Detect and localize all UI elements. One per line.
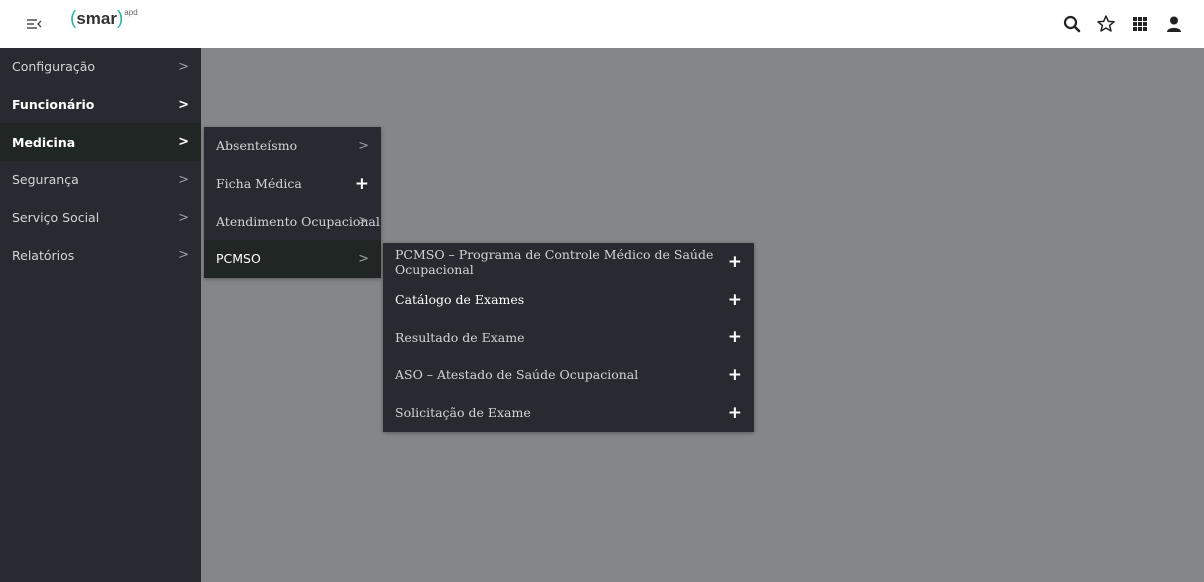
- menu-item-atendimento-ocupacional[interactable]: Atendimento Ocupacional >: [204, 202, 381, 240]
- plus-icon[interactable]: +: [728, 290, 742, 310]
- chevron-right-icon: >: [178, 59, 189, 75]
- sidebar-item-servico-social[interactable]: Serviço Social >: [0, 199, 201, 237]
- sidebar-item-label: Relatórios: [12, 247, 75, 263]
- sidebar-item-seguranca[interactable]: Segurança >: [0, 161, 201, 199]
- medicina-submenu: Absenteísmo > Ficha Médica + Atendimento…: [204, 127, 381, 278]
- menu-item-pcmso[interactable]: PCMSO >: [204, 240, 381, 278]
- menu-item-catalogo-exames[interactable]: Catálogo de Exames +: [383, 281, 754, 319]
- sidebar-item-label: Serviço Social: [12, 210, 100, 226]
- apps-grid-icon[interactable]: [1130, 14, 1150, 34]
- sidebar-item-funcionario[interactable]: Funcionário >: [0, 86, 201, 124]
- menu-item-resultado-exame[interactable]: Resultado de Exame +: [383, 318, 754, 356]
- menu-item-absenteismo[interactable]: Absenteísmo >: [204, 127, 381, 165]
- menu-item-solicitacao-exame[interactable]: Solicitação de Exame +: [383, 394, 754, 432]
- sidebar-item-configuracao[interactable]: Configuração >: [0, 48, 201, 86]
- menu-item-label: Solicitação de Exame: [395, 405, 531, 421]
- plus-icon[interactable]: +: [355, 174, 369, 194]
- chevron-right-icon: >: [358, 138, 369, 154]
- chevron-right-icon: >: [178, 247, 189, 263]
- sidebar: Configuração > Funcionário > Medicina > …: [0, 48, 201, 582]
- menu-item-aso[interactable]: ASO – Atestado de Saúde Ocupacional +: [383, 356, 754, 394]
- chevron-right-icon: >: [178, 97, 189, 113]
- menu-collapse-icon[interactable]: [24, 14, 44, 34]
- top-bar: (smar)apd: [0, 0, 1204, 48]
- sidebar-item-label: Configuração: [12, 59, 96, 75]
- menu-item-label: Catálogo de Exames: [395, 292, 525, 308]
- user-icon[interactable]: [1164, 14, 1184, 34]
- menu-item-label: Absenteísmo: [216, 138, 298, 154]
- menu-item-label: ASO – Atestado de Saúde Ocupacional: [395, 367, 639, 383]
- menu-item-pcmso-programa[interactable]: PCMSO – Programa de Controle Médico de S…: [383, 243, 754, 281]
- plus-icon[interactable]: +: [728, 365, 742, 385]
- sidebar-item-relatorios[interactable]: Relatórios >: [0, 236, 201, 274]
- pcmso-submenu: PCMSO – Programa de Controle Médico de S…: [383, 243, 754, 432]
- menu-item-label: PCMSO: [216, 251, 261, 267]
- search-icon[interactable]: [1062, 14, 1082, 34]
- menu-item-label: Resultado de Exame: [395, 329, 525, 345]
- brand-logo[interactable]: (smar)apd: [70, 8, 138, 30]
- chevron-right-icon: >: [178, 172, 189, 188]
- chevron-right-icon: >: [178, 134, 189, 150]
- chevron-right-icon: >: [178, 210, 189, 226]
- logo-paren-close: ): [116, 8, 124, 29]
- logo-superscript: apd: [124, 8, 138, 18]
- plus-icon[interactable]: +: [728, 403, 742, 423]
- plus-icon[interactable]: +: [728, 327, 742, 347]
- sidebar-item-label: Funcionário: [12, 97, 95, 113]
- menu-item-label: PCMSO – Programa de Controle Médico de S…: [395, 246, 714, 277]
- sidebar-item-label: Segurança: [12, 172, 79, 188]
- menu-item-label: Atendimento Ocupacional: [216, 213, 380, 229]
- logo-text: smar: [76, 9, 117, 28]
- sidebar-item-medicina[interactable]: Medicina >: [0, 123, 201, 162]
- star-icon[interactable]: [1096, 14, 1116, 34]
- top-actions: [1062, 14, 1184, 34]
- menu-item-label: Ficha Médica: [216, 176, 302, 192]
- plus-icon[interactable]: +: [728, 252, 742, 272]
- chevron-right-icon: >: [358, 213, 369, 229]
- chevron-right-icon: >: [358, 251, 369, 267]
- menu-item-ficha-medica[interactable]: Ficha Médica +: [204, 165, 381, 203]
- sidebar-item-label: Medicina: [12, 134, 76, 150]
